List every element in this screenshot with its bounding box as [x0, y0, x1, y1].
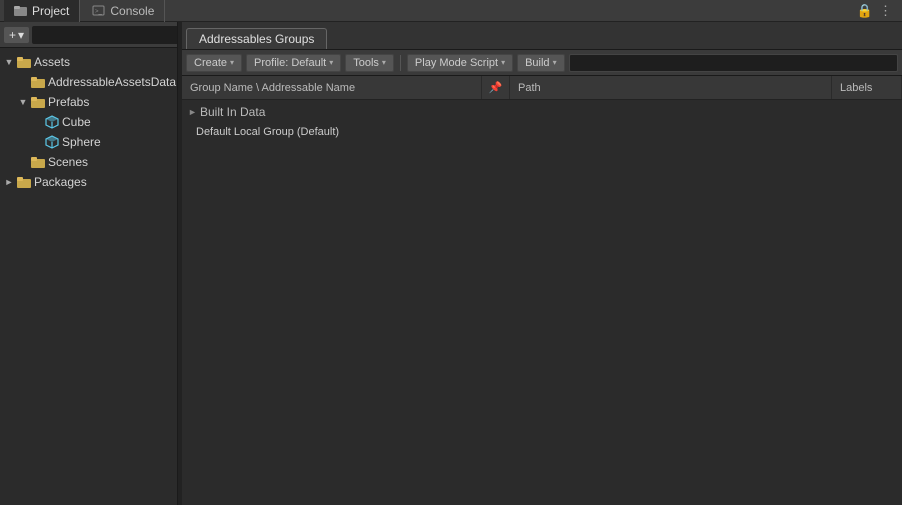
arrow-sphere [32, 137, 42, 147]
addressables-toolbar: Create ▾ Profile: Default ▾ Tools ▾ Play… [182, 50, 902, 76]
lock-icon[interactable]: 🔒 [857, 3, 873, 19]
build-label: Build [525, 57, 549, 69]
tree-item-scenes[interactable]: Scenes [0, 152, 177, 172]
build-chevron: ▾ [553, 58, 557, 67]
addressables-tab-label: Addressables Groups [199, 32, 314, 46]
folder-icon-addressable [31, 75, 45, 89]
tab-bar: Project >_ Console 🔒 ⋮ [0, 0, 902, 22]
tab-bar-right: 🔒 ⋮ [857, 3, 898, 19]
create-button[interactable]: Create ▾ [186, 54, 242, 72]
arrow-prefabs [18, 97, 28, 107]
folder-icon-assets [17, 55, 31, 69]
tab-console-label: Console [110, 4, 154, 18]
file-tree: Assets AddressableAssetsData Prefabs [0, 48, 177, 505]
th-pin: 📌 [482, 76, 510, 99]
cube-icon-sphere [45, 135, 59, 149]
arrow-addressable [18, 77, 28, 87]
play-mode-chevron: ▾ [501, 58, 505, 67]
tools-button[interactable]: Tools ▾ [345, 54, 394, 72]
tab-console[interactable]: >_ Console [82, 0, 165, 22]
profile-label: Profile: Default [254, 57, 326, 69]
create-chevron: ▾ [230, 58, 234, 67]
search-input[interactable] [32, 26, 178, 44]
th-labels: Labels [832, 76, 902, 99]
row-label-builtin: Built In Data [200, 105, 902, 119]
console-icon: >_ [92, 4, 105, 17]
project-folder-icon [14, 4, 27, 17]
folder-icon-packages [17, 175, 31, 189]
arrow-assets [4, 57, 14, 67]
create-label: Create [194, 57, 227, 69]
tools-chevron: ▾ [382, 58, 386, 67]
tree-label-packages: Packages [34, 175, 87, 189]
tree-item-prefabs[interactable]: Prefabs [0, 92, 177, 112]
tab-project-label: Project [32, 4, 69, 18]
main-layout: + ▾ ⊟ 👤 🏷 👁 12 [0, 22, 902, 505]
play-mode-label: Play Mode Script [415, 57, 498, 69]
addressables-tab-bar: Addressables Groups [182, 22, 902, 50]
svg-text:>_: >_ [95, 9, 103, 15]
toolbar-separator [400, 55, 401, 71]
more-icon[interactable]: ⋮ [879, 3, 892, 19]
tools-label: Tools [353, 57, 379, 69]
tree-label-scenes: Scenes [48, 155, 88, 169]
build-button[interactable]: Build ▾ [517, 54, 564, 72]
row-arrow-builtin[interactable]: ► [188, 107, 200, 117]
left-panel: + ▾ ⊟ 👤 🏷 👁 12 [0, 22, 178, 505]
add-arrow: ▾ [18, 28, 24, 42]
tab-bar-left: Project >_ Console [4, 0, 165, 22]
tree-item-cube[interactable]: Cube [0, 112, 177, 132]
tree-label-addressable: AddressableAssetsData [48, 75, 176, 89]
tree-label-cube: Cube [62, 115, 91, 129]
th-name: Group Name \ Addressable Name [182, 76, 482, 99]
tab-addressables-groups[interactable]: Addressables Groups [186, 28, 327, 49]
tree-item-addressable-assets-data[interactable]: AddressableAssetsData [0, 72, 177, 92]
profile-button[interactable]: Profile: Default ▾ [246, 54, 341, 72]
right-panel: Addressables Groups Create ▾ Profile: De… [182, 22, 902, 505]
add-button[interactable]: + ▾ [4, 27, 29, 43]
profile-chevron: ▾ [329, 58, 333, 67]
tree-item-sphere[interactable]: Sphere [0, 132, 177, 152]
play-mode-button[interactable]: Play Mode Script ▾ [407, 54, 513, 72]
arrow-scenes [18, 157, 28, 167]
folder-icon-scenes [31, 155, 45, 169]
search-bar: + ▾ ⊟ 👤 🏷 👁 12 [0, 22, 177, 48]
arrow-cube [32, 117, 42, 127]
tab-project[interactable]: Project [4, 0, 80, 22]
add-plus: + [9, 28, 16, 42]
cube-icon-cube [45, 115, 59, 129]
tree-item-assets[interactable]: Assets [0, 52, 177, 72]
addressables-search-input[interactable] [569, 54, 898, 72]
table-row[interactable]: ► Built In Data [182, 102, 902, 122]
folder-icon-prefabs [31, 95, 45, 109]
table-row[interactable]: Default Local Group (Default) [182, 122, 902, 142]
row-label-default: Default Local Group (Default) [196, 126, 902, 138]
th-path: Path [510, 76, 832, 99]
arrow-packages [4, 177, 14, 187]
table-header: Group Name \ Addressable Name 📌 Path Lab… [182, 76, 902, 100]
tree-label-prefabs: Prefabs [48, 95, 89, 109]
tree-label-sphere: Sphere [62, 135, 101, 149]
tree-label-assets: Assets [34, 55, 70, 69]
addressables-table: Group Name \ Addressable Name 📌 Path Lab… [182, 76, 902, 505]
table-body: ► Built In Data Default Local Group (Def… [182, 100, 902, 144]
tree-item-packages[interactable]: Packages [0, 172, 177, 192]
